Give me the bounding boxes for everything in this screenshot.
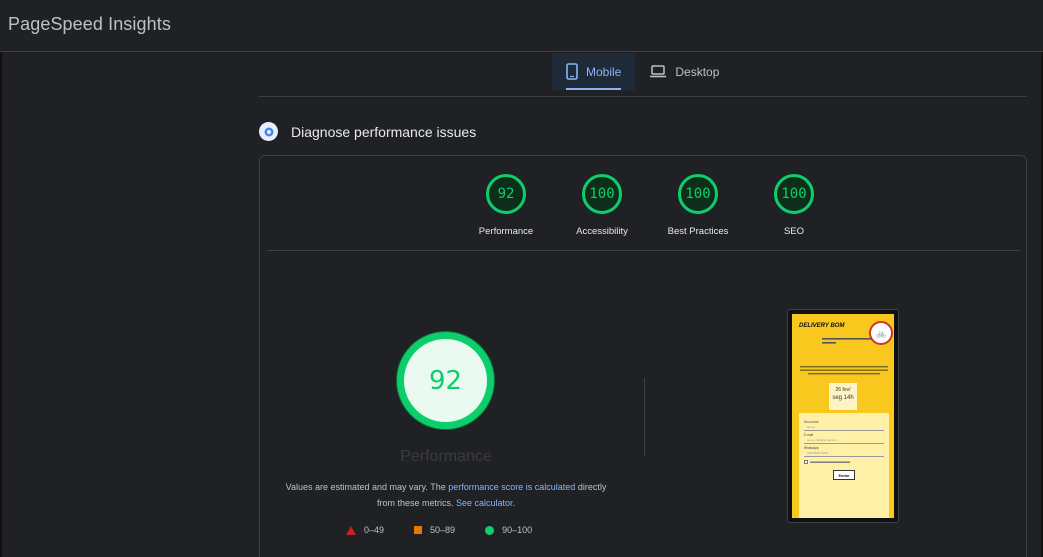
screenshot-description-lines bbox=[800, 366, 888, 378]
screenshot-name-field: Nome bbox=[804, 424, 884, 431]
gauge-seo[interactable]: 100 SEO bbox=[754, 174, 834, 237]
screenshot-site-title: DELIVERY BOM bbox=[799, 323, 845, 329]
mobile-phone-icon bbox=[566, 63, 578, 80]
app-title[interactable]: PageSpeed Insights bbox=[8, 14, 171, 35]
tab-mobile[interactable]: Mobile bbox=[552, 53, 636, 90]
gauge-score: 100 bbox=[678, 174, 718, 214]
card-divider bbox=[267, 250, 1020, 251]
legend-fail: 0–49 bbox=[346, 525, 384, 535]
gauge-label: SEO bbox=[783, 226, 805, 237]
gauge-score: 100 bbox=[774, 174, 814, 214]
screenshot-form: Seu nome Nome E-mail seu.e.mail@email.co… bbox=[799, 413, 889, 518]
vertical-separator bbox=[644, 378, 645, 456]
tab-mobile-label: Mobile bbox=[586, 64, 622, 79]
tabs-divider bbox=[259, 96, 1027, 97]
legend-range: 50–89 bbox=[430, 525, 456, 535]
screenshot-whatsapp-field: (00)00000-0000 bbox=[804, 450, 884, 457]
screenshot-content: DELIVERY BOM 🚲 26 fev/ seg 14h Seu nome … bbox=[792, 314, 894, 518]
screenshot-date-time: seg 14h bbox=[832, 395, 854, 401]
gauge-accessibility[interactable]: 100 Accessibility bbox=[562, 174, 642, 237]
score-legend: 0–49 50–89 90–100 bbox=[346, 525, 532, 535]
screenshot-subtitle-lines bbox=[822, 338, 874, 348]
gauge-score: 92 bbox=[486, 174, 526, 214]
square-icon bbox=[414, 526, 423, 534]
laptop-icon bbox=[649, 65, 667, 78]
score-explanation: Values are estimated and may vary. The p… bbox=[280, 479, 612, 511]
diagnose-title: Diagnose performance issues bbox=[291, 123, 477, 140]
screenshot-email-field: seu.e.mail@email.com bbox=[804, 437, 884, 444]
report-card: 92 Performance 100 Accessibility 100 Bes… bbox=[259, 155, 1027, 557]
gauge-label: Accessibility bbox=[576, 226, 628, 237]
legend-range: 90–100 bbox=[502, 525, 533, 535]
tab-desktop-label: Desktop bbox=[675, 64, 720, 79]
gauge-best-practices[interactable]: 100 Best Practices bbox=[658, 174, 738, 237]
gauge-score: 100 bbox=[582, 174, 622, 214]
screenshot-date-day: 26 fev/ bbox=[835, 387, 851, 393]
legend-average: 50–89 bbox=[414, 525, 455, 535]
gauge-label: Best Practices bbox=[667, 226, 729, 237]
screenshot-checkbox bbox=[804, 460, 884, 464]
triangle-icon bbox=[346, 525, 356, 535]
score-calculated-link[interactable]: performance score is calculated bbox=[448, 482, 575, 492]
screenshot-submit-button: Enviar bbox=[833, 470, 855, 480]
left-edge bbox=[0, 52, 2, 557]
circle-icon bbox=[485, 525, 495, 535]
performance-main-gauge: 92 bbox=[397, 332, 494, 429]
performance-main-label: Performance bbox=[400, 448, 492, 465]
legend-pass: 90–100 bbox=[485, 525, 532, 535]
checkbox-icon bbox=[804, 460, 808, 464]
checkbox-text-line bbox=[810, 461, 850, 463]
gauge-label: Performance bbox=[478, 226, 534, 237]
tab-desktop[interactable]: Desktop bbox=[635, 53, 733, 90]
gauge-performance[interactable]: 92 Performance bbox=[466, 174, 546, 237]
explanation-prefix: Values are estimated and may vary. The bbox=[285, 482, 449, 492]
diagnose-header: Diagnose performance issues bbox=[259, 122, 476, 141]
screenshot-date-box: 26 fev/ seg 14h bbox=[829, 383, 857, 410]
score-gauges: 92 Performance 100 Accessibility 100 Bes… bbox=[466, 174, 834, 237]
top-bar: PageSpeed Insights bbox=[0, 0, 1043, 52]
see-calculator-link[interactable]: See calculator. bbox=[456, 498, 515, 508]
page-screenshot: DELIVERY BOM 🚲 26 fev/ seg 14h Seu nome … bbox=[787, 309, 899, 523]
device-tabs: Mobile Desktop bbox=[552, 53, 733, 91]
legend-range: 0–49 bbox=[364, 525, 385, 535]
lighthouse-icon bbox=[259, 122, 278, 141]
performance-main-score: 92 bbox=[404, 339, 487, 422]
